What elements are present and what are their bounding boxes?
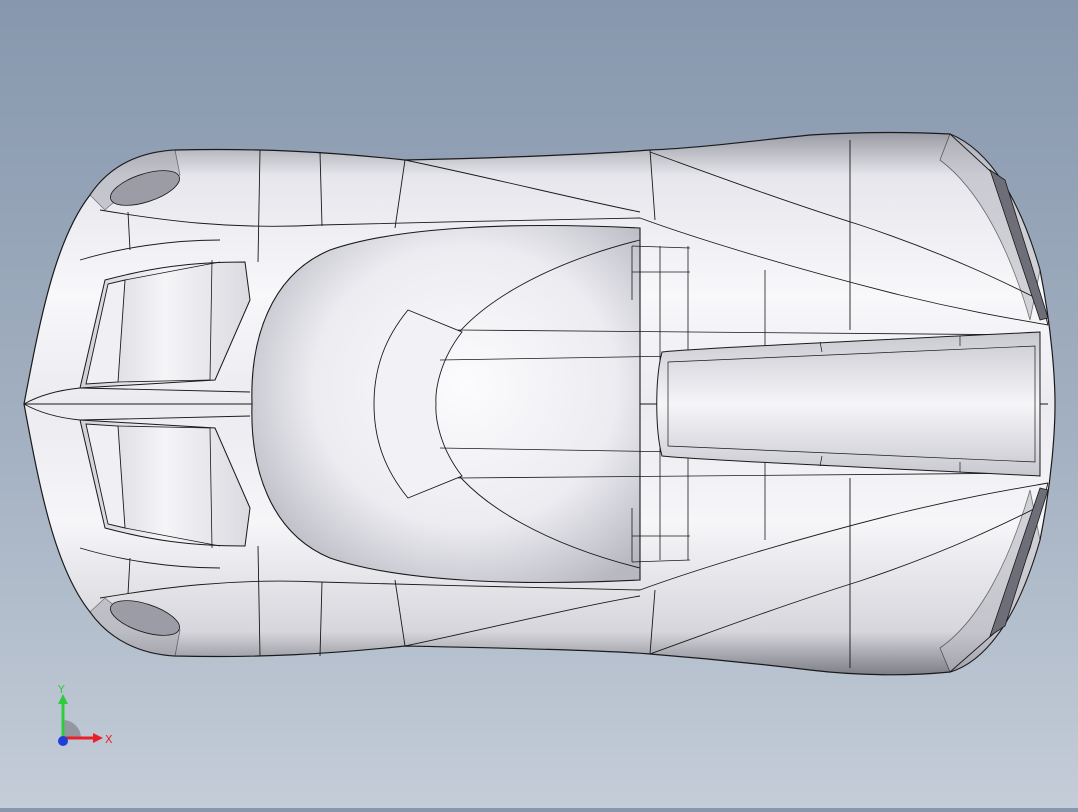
3d-viewport[interactable] — [0, 0, 1078, 808]
coordinate-triad: Y X — [50, 683, 120, 754]
z-axis-dot — [58, 736, 68, 746]
x-axis-arrowhead — [93, 733, 103, 743]
x-axis-label: X — [105, 733, 113, 746]
car-model[interactable] — [0, 0, 1078, 808]
triad-z-wedge — [63, 720, 81, 738]
rear-spine — [656, 331, 1041, 477]
y-axis-label: Y — [57, 684, 65, 696]
cockpit-canopy — [251, 224, 641, 584]
